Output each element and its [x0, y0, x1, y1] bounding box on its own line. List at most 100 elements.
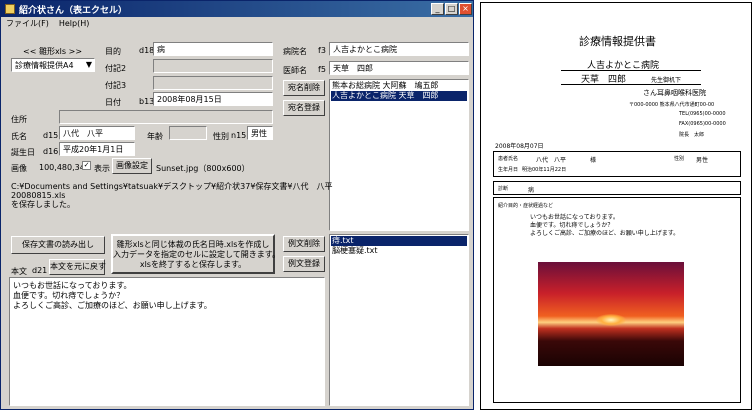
name-label: 氏名: [11, 132, 27, 141]
template-label: << 雛形xls >>: [23, 47, 83, 56]
note3-label: 付記3: [105, 81, 127, 90]
sex-input[interactable]: 男性: [247, 126, 273, 140]
list-item[interactable]: 痔.txt: [331, 236, 467, 246]
birthday-input[interactable]: 平成20年1月1日: [59, 142, 135, 156]
maximize-button[interactable]: □: [445, 3, 458, 15]
divider: [561, 84, 701, 85]
doc-sex-label: 性別: [674, 156, 685, 162]
status-line: を保存しました。: [11, 200, 75, 209]
doctor-code: f5: [318, 65, 326, 74]
doc-disease-label: 診断: [498, 186, 509, 192]
hospital-input[interactable]: 人吉よかとこ病院: [329, 42, 469, 56]
doc-from-line: FAX(0965)00-0000: [679, 121, 726, 127]
name-code: d15: [43, 131, 59, 140]
create-excel-button[interactable]: 雛形xlsと同じ体裁の氏名日時.xlsを作成し 入力データを指定のセルに設定して…: [111, 234, 280, 274]
window-title: 紹介状さん（表エクセル）: [19, 5, 128, 16]
load-saved-button[interactable]: 保存文書の読み出し: [11, 236, 105, 254]
doc-patient-suffix: 様: [590, 157, 597, 164]
document-title: 診療情報提供書: [579, 35, 656, 48]
doc-patient-label: 患者氏名: [498, 156, 519, 162]
example-list[interactable]: 痔.txt 脳梗塞疑.txt: [329, 234, 469, 406]
list-item[interactable]: 脳梗塞疑.txt: [331, 246, 467, 256]
divider: [561, 70, 701, 71]
birthday-code: d16: [43, 147, 59, 156]
sex-label: 性別: [213, 132, 229, 141]
doc-sex-value: 男性: [696, 157, 709, 164]
purpose-label: 目的: [105, 47, 121, 56]
body-label: 本文: [11, 267, 27, 276]
status-line: C:¥Documents and Settings¥tatsuak¥デスクトップ…: [11, 182, 333, 191]
list-item[interactable]: 熊本お総病院 大阿蘇 鳩五郎: [331, 81, 467, 91]
register-destination-button[interactable]: 宛名登録: [283, 100, 325, 116]
date-code: b13: [139, 97, 155, 106]
purpose-input[interactable]: 病: [153, 42, 273, 56]
body-line: いつもお世話になっております。: [13, 281, 132, 290]
birthday-label: 誕生日: [11, 148, 35, 157]
document-preview: 診療情報提供書 人吉よかとこ病院 天草 四郎 先生御机下 さん耳鼻咽喉科医院 〒…: [480, 2, 752, 410]
note3-input[interactable]: [153, 76, 273, 90]
template-select[interactable]: 診療情報提供A4 ▼: [11, 58, 95, 72]
body-code: d21: [32, 266, 48, 275]
hospital-code: f3: [318, 46, 326, 55]
age-input[interactable]: [169, 126, 207, 140]
doc-birth-label: 生年月日: [498, 167, 519, 173]
diagnosis-box: 診断 病: [493, 181, 741, 195]
destination-list[interactable]: 熊本お総病院 大阿蘇 鳩五郎 人吉よかとこ病院 天草 四郎: [329, 79, 469, 231]
create-excel-line: xlsを終了すると保存します。: [139, 260, 247, 269]
show-image-label: 表示: [94, 164, 110, 173]
restore-body-button[interactable]: 本文を元に戻す: [49, 259, 106, 275]
app-icon: [5, 4, 15, 14]
image-settings-button[interactable]: 画像設定: [112, 158, 152, 174]
status-message: C:¥Documents and Settings¥tatsuak¥デスクトップ…: [11, 182, 333, 209]
show-image-checkbox[interactable]: ✓: [82, 161, 91, 170]
minimize-button[interactable]: _: [431, 3, 444, 15]
purpose-box: 紹介目的・症状経過など いつもお世話になっております。 血便です。切れ痔でしょう…: [493, 197, 741, 403]
doc-patient-name: 八代 八平: [536, 157, 567, 164]
status-line: 20080815.xls: [11, 191, 66, 200]
body-line: 血便です。切れ痔でしょうか？: [13, 291, 125, 300]
menu-help[interactable]: Help(H): [59, 19, 90, 28]
image-file-name: Sunset.jpg（800x600）: [156, 164, 250, 173]
note2-label: 付記2: [105, 64, 127, 73]
age-label: 年齢: [147, 132, 163, 141]
doc-to-suffix: 先生御机下: [651, 77, 682, 84]
register-example-button[interactable]: 例文登録: [283, 256, 325, 272]
date-label: 日付: [105, 98, 121, 107]
sun-glow: [596, 314, 626, 326]
doc-disease-value: 病: [528, 187, 535, 194]
create-excel-line: 雛形xlsと同じ体裁の氏名日時.xlsを作成し: [116, 240, 270, 249]
date-input[interactable]: 2008年08月15日: [153, 92, 273, 106]
hospital-label: 病院名: [283, 47, 307, 56]
doc-date: 2008年08月07日: [495, 143, 544, 150]
template-select-value: 診療情報提供A4: [15, 61, 74, 70]
chevron-down-icon: ▼: [85, 60, 92, 69]
delete-example-button[interactable]: 例文削除: [283, 236, 325, 252]
list-item[interactable]: 人吉よかとこ病院 天草 四郎: [331, 91, 467, 101]
doc-body-line: よろしくご高診、ご加療のほど、お願い申し上げます。: [530, 230, 680, 237]
doc-purpose-label: 紹介目的・症状経過など: [498, 203, 554, 209]
close-button[interactable]: ×: [459, 3, 472, 15]
address-input[interactable]: [59, 110, 273, 124]
note2-input[interactable]: [153, 59, 273, 73]
create-excel-line: 入力データを指定のセルに設定して開きます。: [113, 250, 280, 259]
doc-from-line: 院長 太郎: [679, 132, 705, 138]
app-window: 紹介状さん（表エクセル） _ □ × ファイル(F) Help(H) << 雛形…: [0, 0, 474, 410]
doc-from-line: TEL(0965)00-0000: [679, 111, 726, 117]
title-bar: 紹介状さん（表エクセル）: [1, 1, 473, 17]
purpose-code: d18: [139, 46, 155, 55]
doc-from-clinic: さん耳鼻咽喉科医院: [643, 89, 706, 97]
body-line: よろしくご高診、ご加療のほど、お願い申し上げます。: [13, 301, 212, 310]
address-label: 住所: [11, 115, 27, 124]
name-input[interactable]: 八代 八平: [59, 126, 135, 140]
sunset-image: [538, 262, 684, 366]
menu-file[interactable]: ファイル(F): [6, 18, 49, 29]
doctor-label: 医師名: [283, 66, 307, 75]
delete-destination-button[interactable]: 宛名削除: [283, 80, 325, 96]
menu-bar: ファイル(F) Help(H): [1, 17, 473, 30]
doctor-input[interactable]: 天草 四郎: [329, 61, 469, 75]
patient-box: 患者氏名 八代 八平 様 性別 男性 生年月日 明治00年11月22日: [493, 151, 741, 177]
body-textarea[interactable]: いつもお世話になっております。 血便です。切れ痔でしょうか？ よろしくご高診、ご…: [9, 277, 325, 406]
doc-birth-value: 明治00年11月22日: [522, 167, 567, 173]
image-label: 画像: [11, 164, 27, 173]
doc-from-line: 〒000-0000 熊本県八代市通町00-00: [629, 102, 715, 108]
